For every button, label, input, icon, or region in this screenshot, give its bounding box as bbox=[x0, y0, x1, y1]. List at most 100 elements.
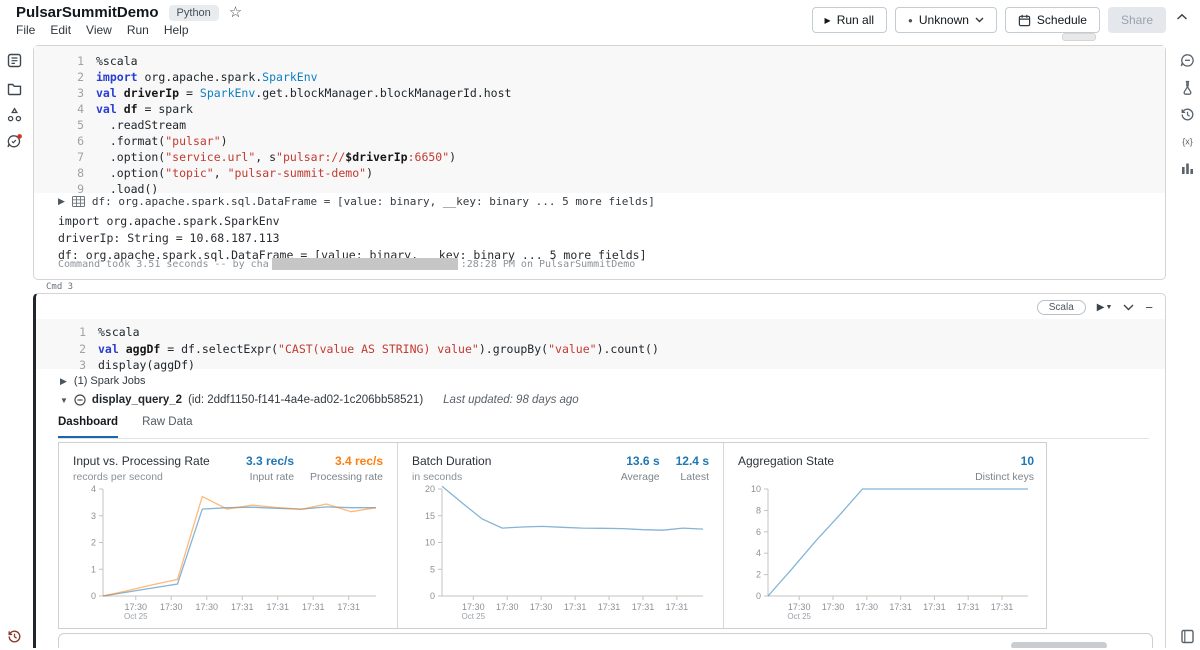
code-text: .readStream bbox=[96, 117, 186, 133]
menu-item-view[interactable]: View bbox=[86, 23, 112, 37]
code-line[interactable]: 5 .readStream bbox=[34, 117, 1165, 133]
svg-text:17:31: 17:31 bbox=[923, 602, 946, 612]
chart-subtitle: records per second bbox=[73, 471, 210, 483]
share-button[interactable]: Share bbox=[1108, 7, 1166, 33]
line-chart: 0123417:30Oct 2517:3017:3017:3117:3117:3… bbox=[73, 483, 383, 623]
stat-value: 3.4 rec/s bbox=[310, 454, 383, 468]
svg-text:3: 3 bbox=[91, 511, 96, 521]
comments-icon[interactable] bbox=[1179, 52, 1196, 69]
minimize-cell-icon[interactable]: − bbox=[1145, 301, 1153, 314]
cluster-dropdown[interactable]: ● Unknown bbox=[895, 7, 997, 33]
svg-text:{x}: {x} bbox=[1182, 137, 1193, 147]
svg-text:17:30: 17:30 bbox=[462, 602, 485, 612]
query-id: (id: 2ddf1150-f141-4a4e-ad02-1c206bb5852… bbox=[188, 394, 423, 406]
cluster-status-icon: ● bbox=[908, 16, 913, 25]
code-line[interactable]: 7 .option("service.url", s"pulsar://$dri… bbox=[34, 149, 1165, 165]
stat-value: 12.4 s bbox=[676, 454, 709, 468]
language-badge[interactable]: Python bbox=[169, 5, 219, 21]
menu-item-edit[interactable]: Edit bbox=[50, 23, 71, 37]
svg-text:17:30: 17:30 bbox=[856, 602, 879, 612]
collapse-cell-icon[interactable] bbox=[1123, 304, 1134, 311]
series-line bbox=[103, 497, 376, 597]
menu-item-file[interactable]: File bbox=[16, 23, 35, 37]
stat-value: 10 bbox=[975, 454, 1034, 468]
stop-stream-icon[interactable] bbox=[74, 394, 86, 406]
notebook-area: 1 %scala 2import org.apache.spark.SparkEnv… bbox=[28, 40, 1176, 648]
caret-right-icon: ▶ bbox=[58, 196, 65, 207]
journal-icon[interactable] bbox=[1179, 628, 1196, 645]
code-text: val df = spark bbox=[96, 101, 193, 117]
menu-item-help[interactable]: Help bbox=[164, 23, 189, 37]
code-text: display(aggDf) bbox=[98, 357, 195, 374]
line-number: 7 bbox=[34, 149, 84, 165]
assistant-icon[interactable] bbox=[6, 133, 23, 150]
chart-stats: 10Distinct keys bbox=[975, 454, 1034, 483]
code-line[interactable]: 1%scala bbox=[34, 53, 1165, 69]
stat: 10Distinct keys bbox=[975, 454, 1034, 483]
spark-jobs-toggle[interactable]: ▶ (1) Spark Jobs bbox=[60, 375, 145, 387]
collapse-header-icon[interactable] bbox=[1176, 13, 1188, 21]
stat-label: Latest bbox=[676, 471, 709, 483]
cell-1-stdout: import org.apache.spark.SparkEnv driverI… bbox=[58, 213, 647, 264]
tab-raw-data[interactable]: Raw Data bbox=[142, 416, 193, 438]
svg-text:Oct 25: Oct 25 bbox=[787, 612, 811, 621]
chart-panel-input-vs-processing-rate: Input vs. Processing Raterecords per sec… bbox=[59, 443, 397, 628]
workspace-notebook-icon[interactable] bbox=[6, 52, 23, 69]
svg-text:0: 0 bbox=[756, 591, 761, 601]
cell-2-code-editor[interactable]: 1 %scala2val aggDf = df.selectExpr("CAST(… bbox=[36, 319, 1165, 369]
top-bar: PulsarSummitDemo Python ☆ FileEditViewRu… bbox=[0, 0, 1200, 40]
schedule-button[interactable]: Schedule bbox=[1005, 7, 1100, 33]
streaming-query-row: ▼ display_query_2 (id: 2ddf1150-f141-4a4… bbox=[60, 394, 579, 406]
run-all-button[interactable]: ▶ Run all bbox=[812, 7, 888, 33]
stat-label: Input rate bbox=[246, 471, 294, 483]
code-line[interactable]: 8 .option("topic", "pulsar-summit-demo") bbox=[34, 165, 1165, 181]
star-icon[interactable]: ☆ bbox=[229, 5, 242, 20]
code-line[interactable]: 2val aggDf = df.selectExpr("CAST(value A… bbox=[36, 341, 1165, 358]
chart-header: Batch Durationin seconds13.6 sAverage12.… bbox=[412, 454, 709, 483]
metrics-icon[interactable] bbox=[1179, 160, 1196, 177]
stat-value: 13.6 s bbox=[621, 454, 660, 468]
cell-2: Scala ▶▼ − 1 %scala2val aggDf = df.select… bbox=[33, 293, 1166, 648]
chart-title: Batch Duration bbox=[412, 454, 491, 468]
svg-text:17:31: 17:31 bbox=[564, 602, 587, 612]
line-number: 3 bbox=[36, 357, 86, 374]
dashboard-tabs: Dashboard Raw Data bbox=[58, 416, 1149, 439]
line-number: 6 bbox=[34, 133, 84, 149]
history-clock-icon[interactable] bbox=[6, 628, 23, 645]
svg-text:Oct 25: Oct 25 bbox=[124, 612, 148, 621]
tab-dashboard[interactable]: Dashboard bbox=[58, 416, 118, 438]
cell-1-code-editor[interactable]: 1%scala2import org.apache.spark.SparkEnv… bbox=[34, 46, 1165, 193]
variables-icon[interactable]: {x} bbox=[1179, 133, 1196, 150]
svg-text:4: 4 bbox=[91, 484, 96, 494]
line-number: 1 bbox=[36, 324, 86, 341]
horizontal-scrollbar-thumb[interactable] bbox=[1011, 642, 1107, 648]
workflow-icon[interactable] bbox=[6, 106, 23, 123]
code-line[interactable]: 3 display(aggDf) bbox=[36, 357, 1165, 374]
stat: 3.3 rec/sInput rate bbox=[246, 454, 294, 483]
menu-item-run[interactable]: Run bbox=[127, 23, 149, 37]
run-options-icon[interactable]: ▼ bbox=[1105, 304, 1112, 311]
cmd-3-label: Cmd 3 bbox=[46, 282, 73, 292]
code-text: %scala bbox=[98, 324, 140, 341]
code-line[interactable]: 2import org.apache.spark.SparkEnv bbox=[34, 69, 1165, 85]
code-text: .option("topic", "pulsar-summit-demo") bbox=[96, 165, 373, 181]
caret-down-icon[interactable]: ▼ bbox=[60, 396, 68, 405]
run-cell-button[interactable]: ▶▼ bbox=[1097, 302, 1113, 313]
svg-text:17:30: 17:30 bbox=[788, 602, 811, 612]
code-line[interactable]: 3val driverIp = SparkEnv.get.blockManage… bbox=[34, 85, 1165, 101]
svg-text:8: 8 bbox=[756, 505, 761, 515]
svg-text:17:31: 17:31 bbox=[666, 602, 689, 612]
cell-1-result-toggle[interactable]: ▶ df: org.apache.spark.sql.DataFrame = [… bbox=[58, 195, 655, 208]
code-line[interactable]: 6 .format("pulsar") bbox=[34, 133, 1165, 149]
code-line[interactable]: 4val df = spark bbox=[34, 101, 1165, 117]
code-line[interactable]: 1 %scala bbox=[36, 324, 1165, 341]
svg-text:10: 10 bbox=[425, 538, 435, 548]
code-text: .option("service.url", s"pulsar://$drive… bbox=[96, 149, 456, 165]
revision-history-icon[interactable] bbox=[1179, 106, 1196, 123]
chart-panel-aggregation-state: Aggregation State10Distinct keys02468101… bbox=[723, 443, 1048, 628]
query-name: display_query_2 bbox=[92, 394, 182, 406]
experiments-icon[interactable] bbox=[1179, 79, 1196, 96]
chart-stats: 3.3 rec/sInput rate3.4 rec/sProcessing r… bbox=[246, 454, 383, 483]
folder-icon[interactable] bbox=[6, 80, 23, 97]
cell-language-pill[interactable]: Scala bbox=[1037, 300, 1086, 315]
